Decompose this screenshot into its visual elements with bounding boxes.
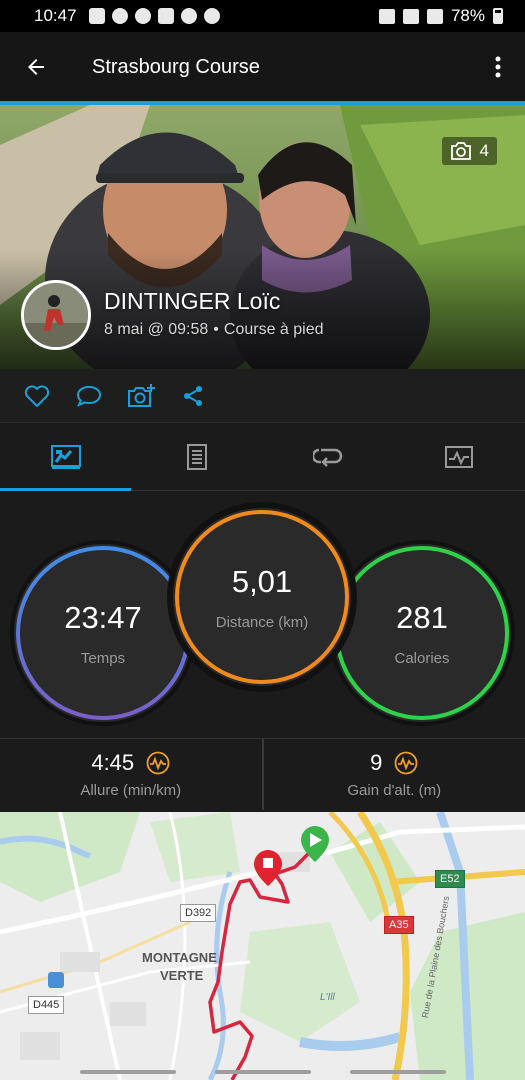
comment-icon xyxy=(76,385,102,407)
battery-icon xyxy=(493,8,503,24)
map-canvas xyxy=(0,812,525,1080)
nav-recent-pill[interactable] xyxy=(350,1070,446,1074)
facebook-icon xyxy=(134,8,151,24)
elevation-value: 9 xyxy=(370,750,383,775)
overview-stats-icon xyxy=(50,444,81,469)
more-options-button[interactable] xyxy=(471,32,525,102)
add-photo-icon xyxy=(128,383,155,407)
distance-label: Distance (km) xyxy=(215,613,309,631)
pace-chart-icon xyxy=(146,751,170,775)
status-bar: 10:47 78% xyxy=(0,0,525,32)
app-icon xyxy=(203,8,220,24)
road-shield-e52: E52 xyxy=(435,870,465,888)
distance-stat: 5,01 Distance (km) xyxy=(187,522,337,672)
stats-panel: 23:47 Temps 5,01 Distance (km) 281 Calor… xyxy=(0,491,525,738)
calories-stat: 281 Calories xyxy=(347,558,497,708)
river-label: L'Ill xyxy=(320,992,335,1003)
more-vert-icon xyxy=(495,56,501,78)
road-shield-a35: A35 xyxy=(384,916,414,934)
runner-avatar-image xyxy=(24,283,88,347)
road-shield-d392: D392 xyxy=(180,904,217,922)
document-list-icon xyxy=(186,443,207,470)
elevation-stat[interactable]: 9 Gain d'alt. (m) xyxy=(261,739,525,810)
time-stat: 23:47 Temps xyxy=(28,558,178,708)
app-bar: Strasbourg Course xyxy=(0,32,525,102)
tab-overview[interactable] xyxy=(0,423,132,491)
activity-photo[interactable]: 4 DINTINGER Loïc 8 mai @ 09:58 • Course à … xyxy=(0,105,525,369)
mute-icon xyxy=(378,8,395,24)
district-label-line1: MONTAGNE xyxy=(142,950,217,965)
athlete-name[interactable]: DINTINGER Loïc xyxy=(104,288,280,315)
secondary-stats: 4:45 Allure (min/km) 9 Gain d'alt. (m) xyxy=(0,738,525,810)
activity-type: Course à pied xyxy=(223,321,324,338)
pace-value: 4:45 xyxy=(91,750,135,775)
back-button[interactable] xyxy=(0,32,72,102)
calories-label: Calories xyxy=(394,649,450,667)
chart-line-icon xyxy=(445,445,474,468)
avatar[interactable] xyxy=(21,280,91,350)
tab-charts[interactable] xyxy=(394,423,525,490)
time-value: 23:47 xyxy=(64,599,142,635)
district-label-line2: VERTE xyxy=(160,968,204,983)
elevation-label: Gain d'alt. (m) xyxy=(347,782,442,799)
page-title: Strasbourg Course xyxy=(92,55,260,78)
heart-icon xyxy=(24,384,50,407)
activity-date: 8 mai @ 09:58 xyxy=(104,321,209,338)
comment-button[interactable] xyxy=(74,381,104,411)
wifi-icon xyxy=(402,8,419,24)
activity-meta: 8 mai @ 09:58 • Course à pied xyxy=(104,321,324,339)
camera-icon xyxy=(450,142,471,160)
photo-count-badge[interactable]: 4 xyxy=(441,137,497,165)
social-actions xyxy=(0,369,525,423)
activity-tabs xyxy=(0,423,525,491)
whatsapp-icon xyxy=(111,8,128,24)
arrow-left-icon xyxy=(28,59,44,75)
tab-laps[interactable] xyxy=(263,423,394,490)
share-icon xyxy=(184,385,202,406)
time-label: Temps xyxy=(80,649,126,667)
cell-signal-icon xyxy=(426,8,443,24)
share-button[interactable] xyxy=(178,381,208,411)
elevation-chart-icon xyxy=(394,751,418,775)
battery-percent: 78% xyxy=(450,6,485,25)
laps-loop-icon xyxy=(313,448,343,467)
drink-icon xyxy=(157,8,174,24)
photo-count: 4 xyxy=(479,141,489,160)
pace-label: Allure (min/km) xyxy=(80,782,182,799)
meta-separator: • xyxy=(213,321,219,338)
pace-stat[interactable]: 4:45 Allure (min/km) xyxy=(0,739,262,810)
nav-back-pill[interactable] xyxy=(80,1070,176,1074)
nav-home-pill[interactable] xyxy=(215,1070,311,1074)
add-photo-button[interactable] xyxy=(126,381,156,411)
like-button[interactable] xyxy=(22,381,52,411)
cloud-icon xyxy=(180,8,197,24)
calories-value: 281 xyxy=(396,599,448,635)
status-time: 10:47 xyxy=(34,6,77,25)
tab-details[interactable] xyxy=(131,423,262,490)
road-shield-d445: D445 xyxy=(28,996,65,1014)
distance-value: 5,01 xyxy=(231,563,293,599)
route-map[interactable]: MONTAGNE VERTE L'Ill Rue de la Plaine de… xyxy=(0,812,525,1080)
notification-icons xyxy=(88,8,220,24)
signal-stats-icon xyxy=(88,8,105,24)
